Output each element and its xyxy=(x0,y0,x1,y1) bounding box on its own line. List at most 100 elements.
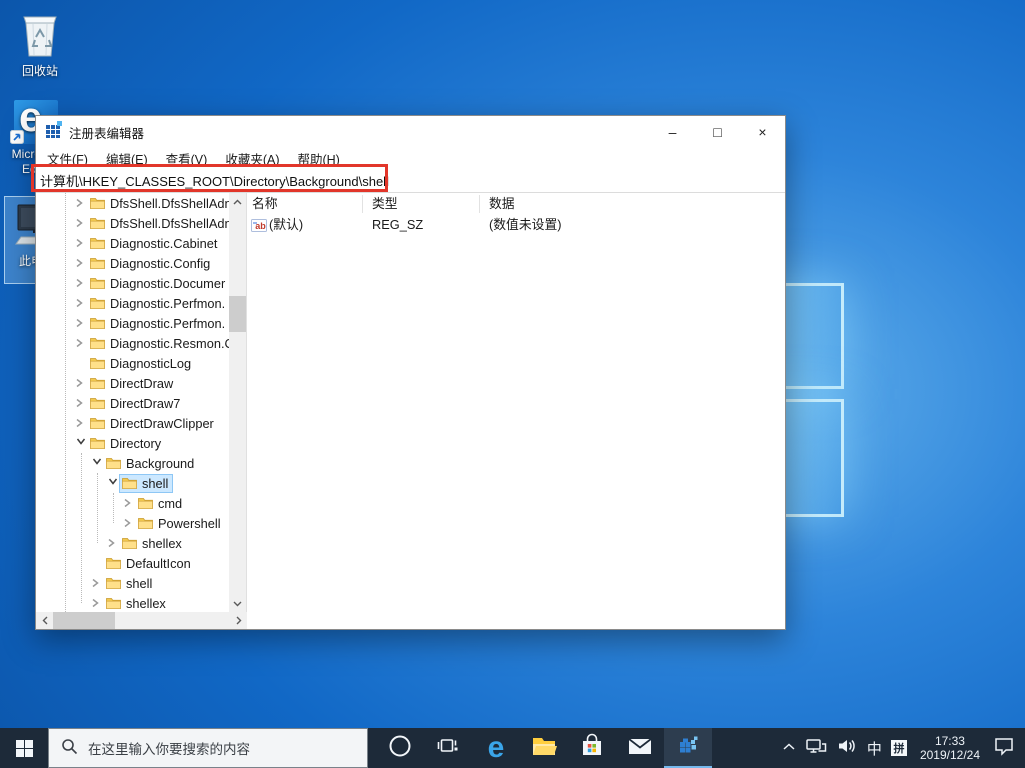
tree-item-diagnostic.documer[interactable]: Diagnostic.Documer xyxy=(36,273,230,293)
chevron-right-icon[interactable] xyxy=(90,577,104,589)
chevron-right-icon[interactable] xyxy=(122,497,136,509)
taskbar-app-file-explorer[interactable] xyxy=(520,728,568,768)
tree-item-directdraw7[interactable]: DirectDraw7 xyxy=(36,393,230,413)
minimize-button[interactable]: – xyxy=(650,116,695,148)
column-divider[interactable] xyxy=(479,195,480,213)
ime-language-indicator[interactable]: 中 xyxy=(867,738,882,759)
desktop-icon-recycle-bin[interactable]: 回收站 xyxy=(6,6,74,79)
tree-item-content[interactable]: DiagnosticLog xyxy=(88,355,195,372)
volume-icon[interactable] xyxy=(836,737,858,760)
tree-item-content[interactable]: DfsShell.DfsShellAdn xyxy=(88,195,230,212)
chevron-right-icon[interactable] xyxy=(74,337,88,349)
tree-item-directdraw[interactable]: DirectDraw xyxy=(36,373,230,393)
tree-item-content[interactable]: Diagnostic.Perfmon. xyxy=(88,295,229,312)
tree-item-dfsshell.dfsshelladn[interactable]: DfsShell.DfsShellAdn xyxy=(36,193,230,213)
taskbar-app-edge[interactable]: e xyxy=(472,728,520,768)
taskbar-app-mail[interactable] xyxy=(616,728,664,768)
column-header-type[interactable]: 类型 xyxy=(372,193,398,215)
tree-item-diagnosticlog[interactable]: DiagnosticLog xyxy=(36,353,230,373)
chevron-right-icon[interactable] xyxy=(90,597,104,609)
chevron-right-icon[interactable] xyxy=(74,237,88,249)
chevron-right-icon[interactable] xyxy=(74,317,88,329)
action-center-icon[interactable] xyxy=(993,736,1015,761)
tree-item-content[interactable]: DirectDraw xyxy=(88,375,177,392)
network-icon[interactable] xyxy=(805,737,827,760)
chevron-down-icon[interactable] xyxy=(75,436,87,450)
tree-item-diagnostic.perfmon.[interactable]: Diagnostic.Perfmon. xyxy=(36,313,230,333)
taskbar-app-store[interactable] xyxy=(568,728,616,768)
tree-item-directdrawclipper[interactable]: DirectDrawClipper xyxy=(36,413,230,433)
taskbar-app-cortana[interactable] xyxy=(376,728,424,768)
tree-item-diagnostic.resmon.c[interactable]: Diagnostic.Resmon.C xyxy=(36,333,230,353)
chevron-right-icon[interactable] xyxy=(74,277,88,289)
maximize-button[interactable]: □ xyxy=(695,116,740,148)
taskbar-app-registry-editor[interactable] xyxy=(664,728,712,768)
chevron-right-icon[interactable] xyxy=(106,537,120,549)
tree-item-diagnostic.cabinet[interactable]: Diagnostic.Cabinet xyxy=(36,233,230,253)
value-name[interactable]: (默认) xyxy=(269,217,303,235)
tree-item-content[interactable]: Background xyxy=(104,455,198,472)
tree-item-content[interactable]: DefaultIcon xyxy=(104,555,195,572)
tree-item-shellex[interactable]: shellex xyxy=(36,593,230,612)
tree-item-background[interactable]: Background xyxy=(36,453,230,473)
tree-item-content[interactable]: shellex xyxy=(104,595,170,612)
chevron-right-icon[interactable] xyxy=(74,397,88,409)
tree-item-content[interactable]: Powershell xyxy=(136,515,225,532)
tree-item-content[interactable]: Diagnostic.Perfmon. xyxy=(88,315,229,332)
tree-item-content[interactable]: shell xyxy=(104,575,156,592)
tree-item-shell[interactable]: shell xyxy=(36,573,230,593)
tree-item-shellex[interactable]: shellex xyxy=(36,533,230,553)
column-divider[interactable] xyxy=(362,195,363,213)
chevron-right-icon[interactable] xyxy=(74,217,88,229)
column-header-name[interactable]: 名称 xyxy=(252,193,278,215)
tree-item-content[interactable]: Diagnostic.Documer xyxy=(88,275,229,292)
title-bar[interactable]: 注册表编辑器 – □ × xyxy=(36,116,785,148)
horizontal-scroll-thumb[interactable] xyxy=(53,612,115,629)
tree-item-content[interactable]: DirectDraw7 xyxy=(88,395,184,412)
tree-vertical-scrollbar[interactable] xyxy=(229,193,246,612)
tree-item-content[interactable]: Diagnostic.Resmon.C xyxy=(88,335,230,352)
tree-item-diagnostic.perfmon.[interactable]: Diagnostic.Perfmon. xyxy=(36,293,230,313)
folder-icon xyxy=(90,237,105,249)
tree-horizontal-scrollbar[interactable] xyxy=(36,612,247,629)
scroll-up-arrow[interactable] xyxy=(229,193,246,210)
tree-item-content[interactable]: shell xyxy=(120,475,172,492)
taskbar-clock[interactable]: 17:33 2019/12/24 xyxy=(920,734,980,762)
search-input[interactable]: 在这里输入你要搜索的内容 xyxy=(48,728,368,768)
scroll-down-arrow[interactable] xyxy=(229,595,246,612)
close-button[interactable]: × xyxy=(740,116,785,148)
chevron-right-icon[interactable] xyxy=(74,417,88,429)
tree-item-directory[interactable]: Directory xyxy=(36,433,230,453)
tree-item-content[interactable]: cmd xyxy=(136,495,186,512)
tree-item-powershell[interactable]: Powershell xyxy=(36,513,230,533)
chevron-right-icon[interactable] xyxy=(74,257,88,269)
tree-item-cmd[interactable]: cmd xyxy=(36,493,230,513)
tree-item-content[interactable]: Diagnostic.Config xyxy=(88,255,214,272)
tree-item-content[interactable]: shellex xyxy=(120,535,186,552)
tree-item-content[interactable]: DfsShell.DfsShellAdn xyxy=(88,215,230,232)
tree-item-defaulticon[interactable]: DefaultIcon xyxy=(36,553,230,573)
vertical-scroll-thumb[interactable] xyxy=(229,296,246,332)
tree-item-diagnostic.config[interactable]: Diagnostic.Config xyxy=(36,253,230,273)
tree-item-content[interactable]: Diagnostic.Cabinet xyxy=(88,235,221,252)
column-header-data[interactable]: 数据 xyxy=(489,193,515,215)
tray-chevron-up-icon[interactable] xyxy=(782,739,796,757)
scroll-right-arrow[interactable] xyxy=(230,612,247,629)
folder-icon xyxy=(106,457,121,469)
ime-mode-indicator[interactable]: 拼 xyxy=(891,740,907,756)
clock-time: 17:33 xyxy=(935,734,965,748)
tree-leaf-spacer xyxy=(74,357,88,369)
tree-item-content[interactable]: Directory xyxy=(88,435,165,452)
start-button[interactable] xyxy=(0,728,48,768)
chevron-down-icon[interactable] xyxy=(91,456,103,470)
tree-item-content[interactable]: DirectDrawClipper xyxy=(88,415,218,432)
tree-item-dfsshell.dfsshelladn[interactable]: DfsShell.DfsShellAdn xyxy=(36,213,230,233)
chevron-down-icon[interactable] xyxy=(107,476,119,490)
chevron-right-icon[interactable] xyxy=(122,517,136,529)
chevron-right-icon[interactable] xyxy=(74,197,88,209)
tree-item-shell[interactable]: shell xyxy=(36,473,230,493)
chevron-right-icon[interactable] xyxy=(74,377,88,389)
chevron-right-icon[interactable] xyxy=(74,297,88,309)
taskbar-app-task-view[interactable] xyxy=(424,728,472,768)
scroll-left-arrow[interactable] xyxy=(36,612,53,629)
